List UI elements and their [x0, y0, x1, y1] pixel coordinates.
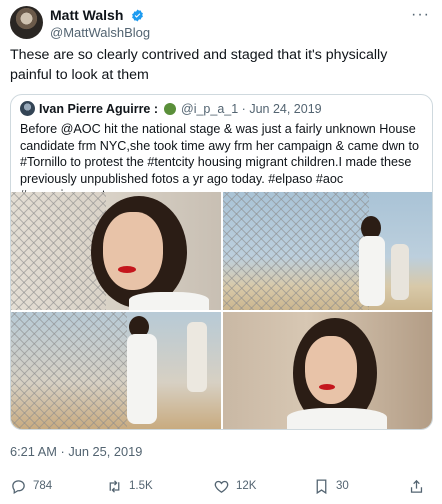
- tweet-header: Matt Walsh @MattWalshBlog ···: [10, 6, 430, 42]
- author-handle[interactable]: @MattWalshBlog: [50, 25, 150, 41]
- reply-count: 784: [33, 480, 53, 492]
- photo-3[interactable]: [11, 312, 221, 429]
- face-graphic: [305, 336, 357, 404]
- bookmark-icon: [316, 478, 327, 494]
- more-options-icon[interactable]: ···: [411, 6, 430, 24]
- lips-graphic: [118, 266, 136, 273]
- quoted-handle: @i_p_a_1: [181, 102, 239, 116]
- quoted-display-name: Ivan Pierre Aguirre :: [39, 102, 159, 116]
- quoted-date: Jun 24, 2019: [249, 102, 322, 116]
- quoted-avatar: [20, 101, 35, 116]
- fence-graphic: [223, 192, 370, 310]
- photo-1[interactable]: [11, 192, 221, 310]
- quoted-tweet[interactable]: Ivan Pierre Aguirre : @i_p_a_1 · Jun 24,…: [10, 94, 433, 430]
- photo-4[interactable]: [223, 312, 432, 429]
- shirt-graphic: [287, 408, 387, 429]
- verified-badge-icon: [131, 9, 143, 22]
- action-bar: 784 1.5K 12K 30: [10, 475, 430, 497]
- fence-graphic: [11, 312, 127, 429]
- photo-grid: [11, 192, 432, 429]
- repost-count: 1.5K: [129, 480, 153, 492]
- bookmark-count: 30: [336, 480, 349, 492]
- figure-graphic: [359, 236, 385, 306]
- like-count: 12K: [236, 480, 257, 492]
- figure-graphic: [187, 322, 207, 392]
- tweet-timestamp[interactable]: 6:21 AM · Jun 25, 2019: [10, 444, 142, 459]
- share-icon: [410, 479, 423, 493]
- shirt-graphic: [129, 292, 209, 310]
- lips-graphic: [319, 384, 335, 390]
- heart-icon: [214, 480, 229, 493]
- quoted-tweet-header: Ivan Pierre Aguirre : @i_p_a_1 · Jun 24,…: [20, 101, 322, 119]
- reply-icon: [12, 479, 25, 494]
- leaf-emoji-icon: [163, 103, 176, 115]
- author-display-name[interactable]: Matt Walsh: [50, 7, 123, 24]
- repost-icon: [109, 479, 120, 493]
- figure-graphic: [127, 334, 157, 424]
- figure-graphic: [391, 244, 409, 300]
- avatar[interactable]: [10, 6, 43, 39]
- quoted-separator: ·: [241, 102, 246, 116]
- share-button[interactable]: [408, 475, 431, 497]
- author-names: Matt Walsh @MattWalshBlog: [50, 7, 150, 41]
- like-button[interactable]: 12K: [213, 475, 256, 497]
- tweet-text: These are so clearly contrived and stage…: [10, 47, 388, 83]
- bookmark-button[interactable]: 30: [313, 475, 349, 497]
- reply-button[interactable]: 784: [10, 475, 52, 497]
- face-graphic: [103, 212, 163, 290]
- photo-2[interactable]: [223, 192, 432, 310]
- repost-button[interactable]: 1.5K: [106, 475, 153, 497]
